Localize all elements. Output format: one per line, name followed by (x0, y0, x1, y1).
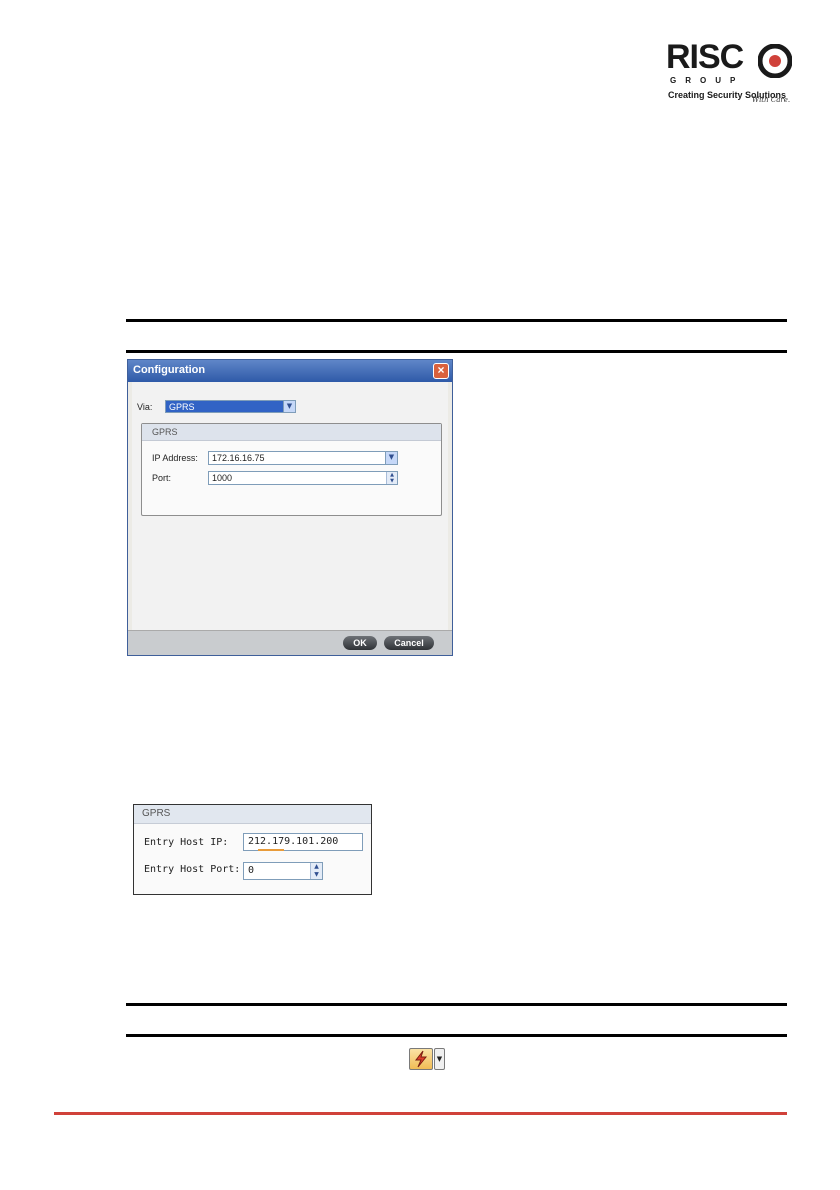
chevron-down-icon[interactable]: ▼ (283, 401, 295, 412)
gprs-panel-header: GPRS (134, 805, 371, 824)
entry-host-port-label: Entry Host Port: (144, 864, 241, 875)
gprs-panel: GPRS Entry Host IP: 212.179.101.200 Entr… (133, 804, 372, 895)
section-rule-top-2 (126, 1003, 787, 1006)
port-value: 1000 (212, 473, 233, 483)
window-title: Configuration (133, 364, 206, 376)
via-selected-value: GPRS (169, 402, 195, 412)
logo-group-text: GROUP (670, 76, 745, 85)
input-caret-underline (258, 849, 284, 851)
entry-host-ip-label: Entry Host IP: (144, 837, 229, 848)
configuration-window: Configuration × Via: GPRS ▼ GPRS IP Addr… (127, 359, 453, 656)
logo-brand-text: RISC (666, 38, 744, 76)
window-body: Via: GPRS ▼ GPRS IP Address: 172.16.16.7… (132, 382, 448, 631)
port-stepper[interactable]: 1000 ▲ ▼ (208, 471, 398, 485)
close-button[interactable]: × (433, 363, 449, 379)
port-label: Port: (152, 473, 172, 483)
window-title-bar[interactable]: Configuration × (128, 360, 452, 382)
section-rule-top (126, 319, 787, 322)
cancel-button[interactable]: Cancel (384, 636, 434, 650)
via-select[interactable]: GPRS ▼ (165, 400, 296, 413)
section-rule-bottom (126, 350, 787, 353)
ip-address-value: 172.16.16.75 (212, 453, 265, 463)
ip-address-combobox[interactable]: 172.16.16.75 ▼ (208, 451, 398, 465)
window-footer: OK Cancel (128, 630, 452, 655)
gprs-panel-title: GPRS (142, 808, 171, 819)
entry-host-ip-value: 212.179.101.200 (248, 836, 339, 847)
section-rule-bottom-2 (126, 1034, 787, 1037)
ok-button[interactable]: OK (343, 636, 377, 650)
chevron-down-icon[interactable]: ▼ (385, 452, 397, 464)
close-icon: × (437, 363, 445, 377)
spinner-arrows-icon[interactable]: ▲ ▼ (386, 472, 397, 484)
entry-host-port-value: 0 (248, 865, 255, 876)
ok-button-label: OK (353, 638, 367, 648)
risco-logo: RISC GROUP Creating Security Solutions W… (666, 38, 792, 110)
logo-tagline-script: With Care. (752, 96, 791, 104)
gprs-group: GPRS IP Address: 172.16.16.75 ▼ Port: 10… (141, 423, 442, 516)
dropdown-arrow-icon[interactable]: ▼ (434, 1048, 445, 1070)
lightning-icon[interactable] (409, 1048, 433, 1070)
logo-o-icon (758, 44, 792, 78)
gprs-group-title: GPRS (152, 427, 178, 437)
entry-host-port-stepper[interactable]: 0 ▲ ▼ (243, 862, 323, 880)
gprs-group-header: GPRS (142, 424, 441, 441)
footer-accent-line (54, 1112, 787, 1115)
ip-address-label: IP Address: (152, 453, 198, 463)
spinner-arrows-icon[interactable]: ▲ ▼ (310, 863, 322, 879)
cancel-button-label: Cancel (394, 638, 424, 648)
via-label: Via: (137, 402, 153, 412)
entry-host-ip-input[interactable]: 212.179.101.200 (243, 833, 363, 851)
lightning-toolbar-button[interactable]: ▼ (409, 1048, 445, 1070)
